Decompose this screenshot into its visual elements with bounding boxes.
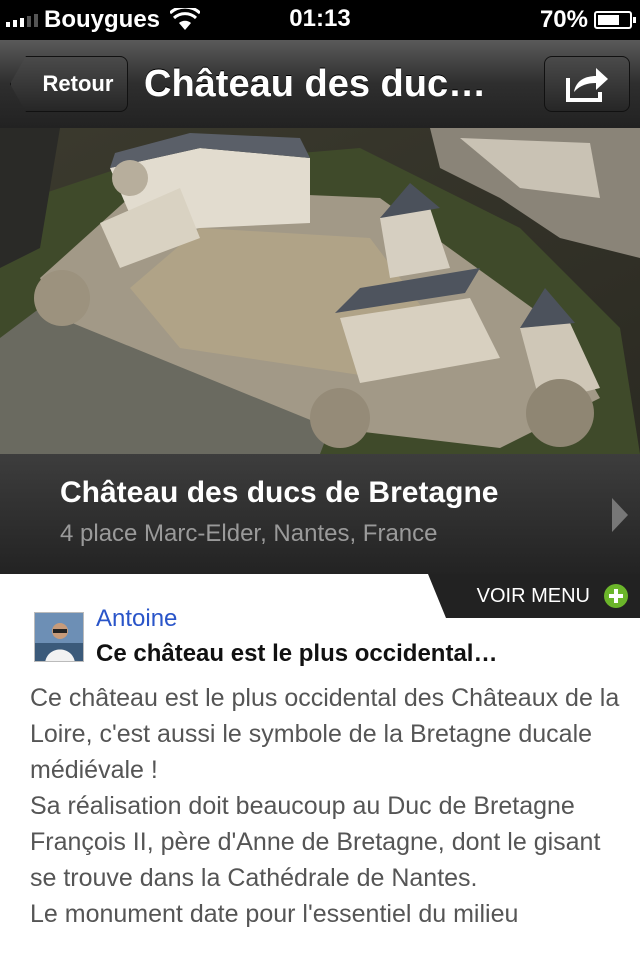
place-name: Château des ducs de Bretagne — [60, 476, 499, 509]
review-author[interactable]: Antoine — [96, 605, 177, 633]
voir-menu-label: VOIR MENU — [476, 584, 590, 607]
place-info-bar[interactable]: Château des ducs de Bretagne 4 place Mar… — [0, 454, 640, 574]
back-button-label: Retour — [42, 71, 114, 96]
navigation-bar: Retour Château des duc… — [0, 40, 640, 129]
share-icon — [566, 68, 608, 102]
avatar[interactable] — [34, 612, 84, 662]
battery-percent: 70% — [539, 6, 588, 33]
back-button[interactable]: Retour — [10, 56, 128, 112]
status-bar: Bouygues 01:13 70% — [0, 0, 640, 40]
review-headline: Ce château est le plus occidental… — [96, 640, 498, 667]
review-paragraph: Ce château est le plus occidental des Ch… — [30, 684, 620, 784]
status-right: 70% — [539, 5, 636, 35]
battery-icon — [594, 11, 636, 29]
voir-menu-button[interactable]: VOIR MENU — [428, 574, 640, 618]
plus-icon — [604, 584, 628, 608]
share-button[interactable] — [544, 56, 630, 112]
chevron-right-icon — [612, 498, 628, 532]
review-paragraph: Le monument date pour l'essentiel du mil… — [30, 900, 519, 928]
place-address: 4 place Marc-Elder, Nantes, France — [60, 520, 438, 547]
review-paragraph: Sa réalisation doit beaucoup au Duc de B… — [30, 792, 601, 892]
page-title: Château des duc… — [144, 63, 487, 105]
review-body: Ce château est le plus occidental des Ch… — [30, 680, 620, 932]
place-photo[interactable] — [0, 128, 640, 454]
